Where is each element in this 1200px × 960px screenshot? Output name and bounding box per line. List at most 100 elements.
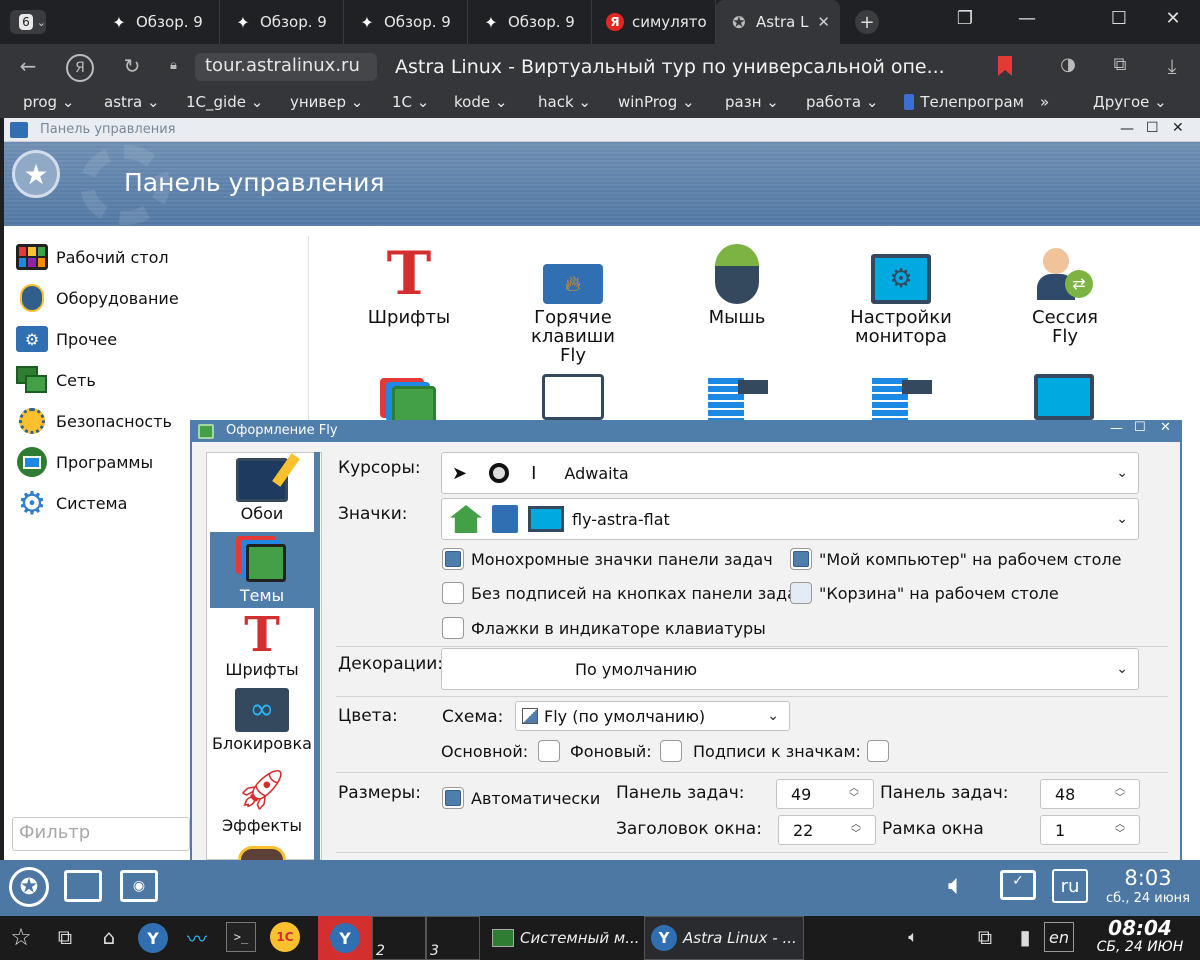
terminal-icon[interactable]: >_ (226, 922, 256, 952)
sidebar-item-other[interactable]: ⚙ Прочее (14, 321, 117, 357)
bookmark-folder-other[interactable]: Другое ⌄ (1093, 93, 1167, 111)
browser-tab[interactable]: Ясимулято (592, 0, 716, 44)
session-app[interactable]: ⇄ Сессия Fly (1000, 232, 1130, 346)
dialog-tab-wallpaper[interactable]: Обои (210, 453, 314, 530)
trash-checkbox[interactable] (790, 582, 812, 604)
close-icon[interactable]: ✕ (1160, 420, 1171, 435)
task-system-monitor[interactable]: Системный м... (482, 916, 642, 960)
icons-select[interactable]: fly-astra-flat ⌄ (441, 498, 1139, 540)
workspace-1[interactable]: Y (318, 916, 372, 960)
sidebar-item-hardware[interactable]: Оборудование (14, 280, 179, 316)
fly-clock-time[interactable]: 8:03 (1100, 866, 1196, 890)
keyboard-layout-indicator[interactable]: ru (1052, 869, 1088, 903)
taskbar-size-spinbox[interactable]: 49 ︿ ﹀ (776, 779, 874, 809)
spin-arrows-icon[interactable]: ︿ ﹀ (1115, 820, 1125, 840)
yandex-home-icon[interactable]: Я (66, 54, 94, 82)
network-status-icon[interactable]: ⧉ (970, 922, 1000, 952)
mouse-app[interactable]: Мышь (672, 232, 802, 327)
system-monitor-icon[interactable]: 〰 (182, 922, 212, 952)
window-border-spinbox[interactable]: 1 ︿ ﹀ (1040, 815, 1140, 845)
windows-icon[interactable]: ⧉ (50, 922, 80, 952)
bookmark-folder[interactable]: prog ⌄ (23, 93, 74, 111)
monitor-app[interactable]: ⚙ Настройки монитора (836, 232, 966, 346)
yandex-browser-icon[interactable]: Y (138, 923, 168, 953)
new-tab-button[interactable]: + (855, 10, 879, 34)
browser-tab[interactable]: ✦ Обзор. 9 (344, 0, 468, 44)
sidebar-item-desktop[interactable]: Рабочий стол (14, 239, 169, 275)
bookmarks-overflow[interactable]: » (1040, 93, 1049, 111)
windows-app-icon[interactable] (542, 374, 604, 420)
bg-color-button[interactable] (660, 740, 682, 762)
bookmark-folder[interactable]: winProg ⌄ (618, 93, 695, 111)
download-icon[interactable]: ⤓ (1158, 54, 1186, 78)
captions-color-button[interactable] (867, 740, 889, 762)
browser-tab[interactable]: ✦ Обзор. 9 (468, 0, 592, 44)
switch-windows-icon[interactable] (64, 870, 102, 902)
bookmark-folder[interactable]: 1C_gide ⌄ (186, 93, 263, 111)
main-color-button[interactable] (538, 740, 560, 762)
1c-icon[interactable]: 1С (270, 922, 300, 952)
start-icon[interactable]: ☆ (6, 922, 36, 952)
maximize-icon[interactable]: ☐ (1146, 120, 1159, 136)
bookmark-folder[interactable]: kode ⌄ (454, 93, 507, 111)
task-astra-linux[interactable]: Y Astra Linux - ... (644, 916, 804, 960)
translate-icon[interactable]: ⧉ (1106, 54, 1134, 75)
bookmark-folder[interactable]: hack ⌄ (538, 93, 591, 111)
browser-tab[interactable]: ✦ Обзор. 9 (96, 0, 220, 44)
keyboard-flags-checkbox[interactable] (442, 617, 464, 639)
sidebar-item-programs[interactable]: Программы (14, 444, 153, 480)
dialog-tab-themes[interactable]: Темы (210, 532, 314, 608)
volume-icon[interactable]: 🔈︎ (948, 868, 965, 902)
start-menu-icon[interactable]: ✪ (9, 867, 49, 907)
workspace-2[interactable]: 2 (372, 916, 426, 960)
dialog-tab-effects[interactable]: 🚀︎ Эффекты (210, 766, 314, 842)
maximize-icon[interactable]: ☐ (1104, 8, 1134, 29)
reload-icon[interactable]: ↻ (118, 54, 146, 78)
close-tab-icon[interactable]: ✕ (817, 13, 830, 31)
tab-count-button[interactable]: 6 ⌄ (10, 10, 46, 34)
filter-input[interactable]: Фильтр (12, 817, 190, 851)
tab-manager-icon[interactable]: ❐ (950, 8, 980, 29)
auto-size-checkbox[interactable] (442, 787, 464, 809)
sidebar-item-security[interactable]: Безопасность (14, 403, 172, 439)
battery-icon[interactable]: ▮ (1010, 922, 1040, 952)
bookmark-folder[interactable]: разн ⌄ (725, 93, 779, 111)
url-field[interactable]: tour.astralinux.ru (195, 53, 377, 81)
decorations-select[interactable]: По умолчанию ⌄ (441, 648, 1139, 690)
dialog-tab-fonts[interactable]: T Шрифты (210, 610, 314, 686)
window-title-size-spinbox[interactable]: 22 ︿ ﹀ (778, 815, 876, 845)
hotkeys-app[interactable]: 🔥︎ Горячие клавиши Fly (508, 232, 638, 365)
network-status-icon[interactable]: ✓ (1000, 870, 1036, 900)
minimize-icon[interactable]: — (1120, 121, 1134, 137)
keyboard-layout-indicator[interactable]: en (1044, 922, 1074, 952)
workspace-3[interactable]: 3 (426, 916, 480, 960)
volume-icon[interactable]: 🔈︎ (898, 922, 928, 952)
my-computer-checkbox[interactable] (790, 548, 812, 570)
bookmark-folder[interactable]: универ ⌄ (290, 93, 363, 111)
spin-arrows-icon[interactable]: ︿ ﹀ (1115, 784, 1125, 804)
bookmark-folder[interactable]: astra ⌄ (104, 93, 160, 111)
show-desktop-icon[interactable]: ⌂ (94, 922, 124, 952)
bookmark-link[interactable]: Телепрограм (904, 93, 1024, 111)
monochrome-checkbox[interactable] (442, 548, 464, 570)
sidebar-item-network[interactable]: Сеть (14, 362, 96, 398)
spin-arrows-icon[interactable]: ︿ ﹀ (851, 820, 861, 840)
browser-tab-active[interactable]: ✪ Astra L ✕ (716, 0, 840, 44)
taskbar-size-spinbox-2[interactable]: 48 ︿ ﹀ (1040, 779, 1140, 809)
scheme-select[interactable]: Fly (по умолчанию) ⌄ (515, 701, 790, 731)
document-app-icon[interactable] (708, 378, 768, 420)
sidebar-item-system[interactable]: ⚙ Система (14, 484, 128, 522)
dialog-sidebar-scrollbar[interactable] (314, 452, 320, 860)
spin-arrows-icon[interactable]: ︿ ﹀ (849, 784, 859, 804)
maximize-icon[interactable]: ☐ (1134, 420, 1146, 435)
document-app-icon[interactable] (872, 378, 932, 420)
dialog-tab-lock[interactable]: ∞ Блокировка (210, 688, 314, 764)
themes-app-icon[interactable] (380, 374, 436, 426)
close-icon[interactable]: ✕ (1158, 8, 1188, 29)
extension-icon[interactable]: ◑ (1054, 54, 1082, 75)
bookmark-folder[interactable]: 1C ⌄ (392, 93, 429, 111)
back-icon[interactable]: ← (14, 54, 42, 78)
minimize-icon[interactable]: — (1110, 421, 1123, 436)
display-app-icon[interactable] (1034, 374, 1094, 420)
minimize-icon[interactable]: — (1012, 8, 1042, 29)
